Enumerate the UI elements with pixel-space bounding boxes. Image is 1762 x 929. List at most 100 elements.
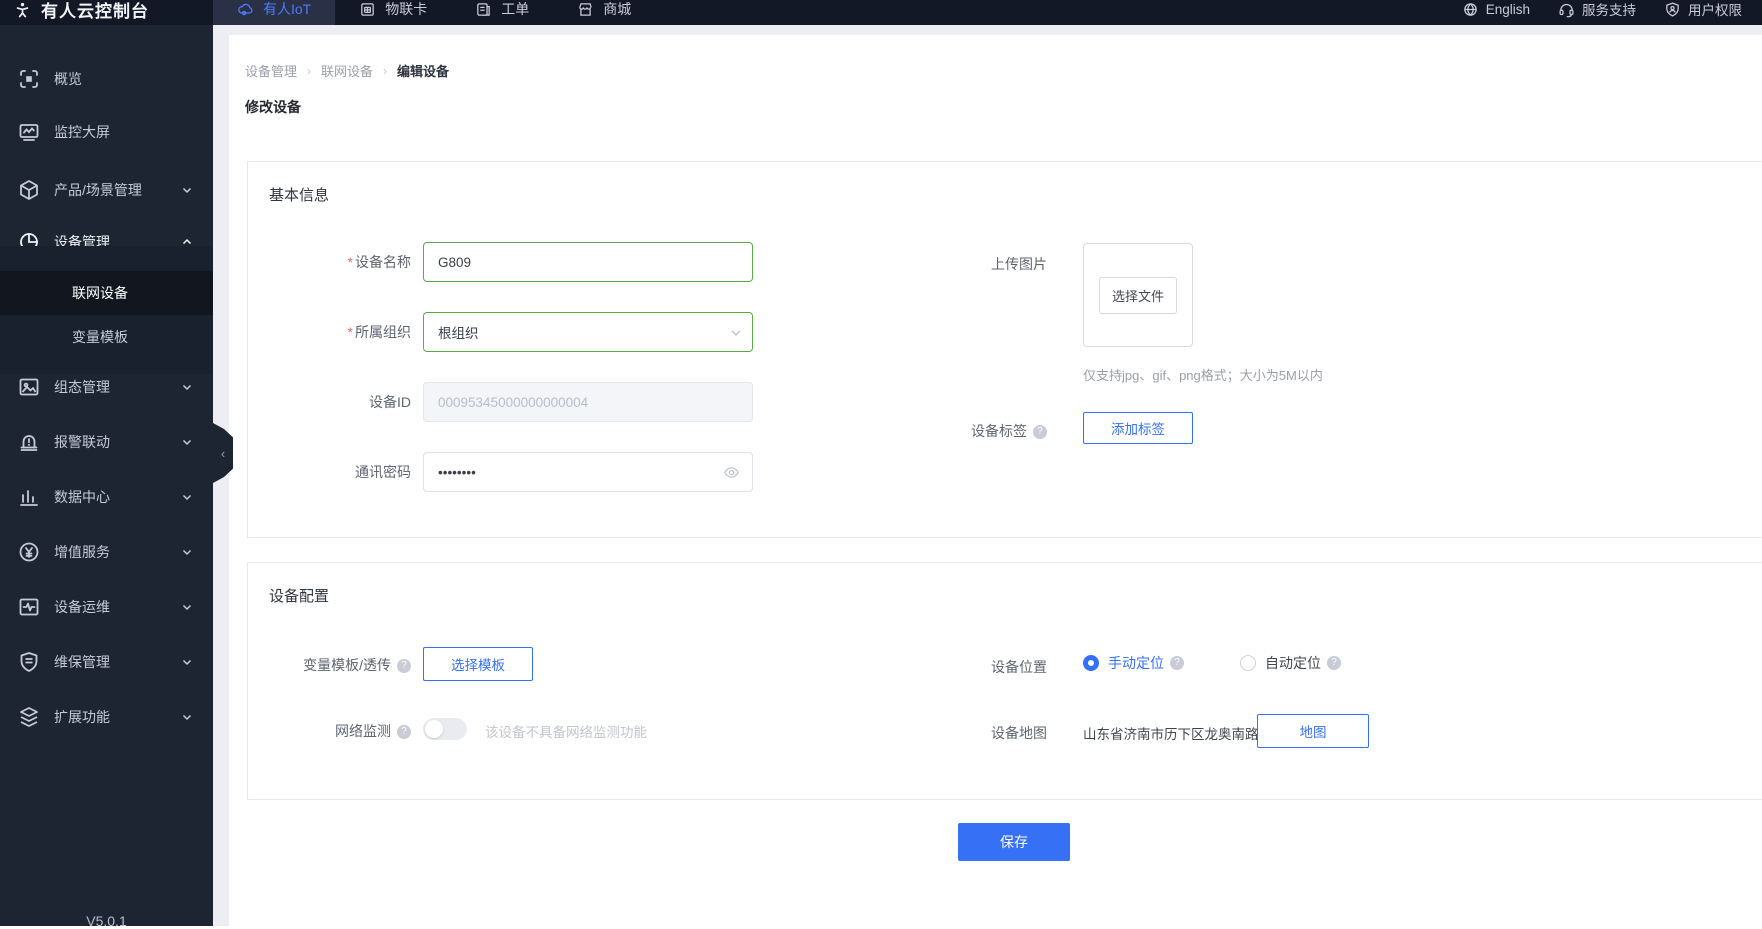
service-support[interactable]: 服务支持 xyxy=(1558,0,1636,19)
chevron-down-icon xyxy=(181,546,193,558)
sidebar-item-scada-management[interactable]: 组态管理 xyxy=(0,367,213,407)
auto-location-label[interactable]: 自动定位 xyxy=(1265,653,1321,673)
sidebar-item-scada-management-label: 组态管理 xyxy=(54,377,110,397)
help-icon[interactable]: ? xyxy=(1327,656,1341,670)
content-panel: 设备管理 › 联网设备 › 编辑设备 修改设备 基本信息 *设备名称 *所属组织… xyxy=(229,35,1762,926)
sidebar-item-overview-label: 概览 xyxy=(54,69,82,89)
manual-location-label[interactable]: 手动定位 xyxy=(1108,653,1164,673)
organization-select[interactable]: 根组织 xyxy=(423,312,753,352)
sidebar-subitem-variable-template[interactable]: 变量模板 xyxy=(0,315,213,359)
breadcrumb-edit-device: 编辑设备 xyxy=(397,61,449,80)
upload-format-hint: 仅支持jpg、gif、png格式；大小为5M以内 xyxy=(1083,365,1323,384)
sidebar-item-maintenance-management-label: 维保管理 xyxy=(54,652,110,672)
sidebar-item-alarm-linkage-label: 报警联动 xyxy=(54,432,110,452)
bar-chart-icon xyxy=(17,485,41,509)
chevron-down-icon xyxy=(181,436,193,448)
service-support-label: 服务支持 xyxy=(1582,0,1636,19)
device-map-address: 山东省济南市历下区龙奥南路 xyxy=(1083,723,1259,743)
chevron-down-icon xyxy=(181,711,193,723)
shield-lines-icon xyxy=(17,650,41,674)
tab-iot[interactable]: 有人IoT xyxy=(213,0,335,25)
organization-label: *所属组织 xyxy=(248,312,411,352)
breadcrumb-connected-devices[interactable]: 联网设备 xyxy=(321,61,373,80)
tab-mall[interactable]: 商城 xyxy=(553,0,655,25)
help-icon[interactable]: ? xyxy=(397,659,411,673)
logo-person-icon xyxy=(14,1,31,18)
sidebar-item-data-center[interactable]: 数据中心 xyxy=(0,477,213,517)
chevron-down-icon xyxy=(181,656,193,668)
basic-info-section-title: 基本信息 xyxy=(269,184,329,205)
mall-shop-icon xyxy=(577,1,594,18)
sidebar-item-device-ops[interactable]: 设备运维 xyxy=(0,587,213,627)
network-monitor-label: 网络监测? xyxy=(248,721,411,741)
select-template-button[interactable]: 选择模板 xyxy=(423,647,533,681)
help-icon[interactable]: ? xyxy=(1170,656,1184,670)
chevron-down-icon xyxy=(181,184,193,196)
app-version: V5.0.1 xyxy=(0,913,213,929)
device-id-label: 设备ID xyxy=(248,382,411,422)
sidebar-item-monitor-screen[interactable]: 监控大屏 xyxy=(0,112,213,152)
sidebar-item-monitor-screen-label: 监控大屏 xyxy=(54,122,110,142)
sidebar-item-maintenance-management[interactable]: 维保管理 xyxy=(0,642,213,682)
toggle-knob xyxy=(425,720,443,738)
sidebar-item-alarm-linkage[interactable]: 报警联动 xyxy=(0,422,213,462)
yuan-circle-icon xyxy=(17,540,41,564)
tab-work-order[interactable]: 工单 xyxy=(451,0,553,25)
user-permission[interactable]: 用户权限 xyxy=(1664,0,1742,19)
add-tag-button[interactable]: 添加标签 xyxy=(1083,412,1193,444)
save-button[interactable]: 保存 xyxy=(958,823,1070,861)
topbar-right-menu: English 服务支持 用户权限 xyxy=(1462,0,1762,19)
layers-icon xyxy=(17,705,41,729)
cube-icon xyxy=(17,178,41,202)
top-navigation-bar: 有人云控制台 有人IoT 物联卡 工单 商城 English xyxy=(0,0,1762,25)
headset-icon xyxy=(1558,1,1575,18)
password-row: 通讯密码 xyxy=(248,452,1008,492)
sidebar-subitem-connected-devices-label: 联网设备 xyxy=(72,283,128,303)
choose-file-button[interactable]: 选择文件 xyxy=(1099,277,1177,314)
help-icon[interactable]: ? xyxy=(397,725,411,739)
upload-image-dropzone[interactable]: 选择文件 xyxy=(1083,243,1193,347)
sidebar-subitem-connected-devices[interactable]: 联网设备 xyxy=(0,271,213,315)
user-permission-label: 用户权限 xyxy=(1688,0,1742,19)
device-name-input[interactable] xyxy=(423,242,753,282)
globe-icon xyxy=(1462,1,1479,18)
device-location-radio-group: 手动定位 ? 自动定位 ? xyxy=(1083,653,1341,673)
picture-icon xyxy=(17,375,41,399)
sidebar-item-extended-functions[interactable]: 扩展功能 xyxy=(0,697,213,737)
device-management-submenu: 联网设备 变量模板 xyxy=(0,246,213,374)
device-id-row: 设备ID xyxy=(248,382,1008,422)
required-asterisk: * xyxy=(348,254,353,270)
sidebar-item-value-added-services[interactable]: 增值服务 xyxy=(0,532,213,572)
device-tag-label: 设备标签? xyxy=(884,421,1047,441)
sidebar-item-data-center-label: 数据中心 xyxy=(54,487,110,507)
work-order-icon xyxy=(475,1,492,18)
password-input[interactable] xyxy=(423,452,753,492)
sidebar-item-product-management[interactable]: 产品/场景管理 xyxy=(0,170,213,210)
auto-location-radio[interactable] xyxy=(1240,655,1256,671)
breadcrumb: 设备管理 › 联网设备 › 编辑设备 xyxy=(245,61,449,80)
chevron-down-icon xyxy=(181,601,193,613)
device-location-label: 设备位置 xyxy=(884,657,1047,677)
help-icon[interactable]: ? xyxy=(1033,425,1047,439)
variable-template-label: 变量模板/透传? xyxy=(248,655,411,675)
network-monitor-toggle xyxy=(423,718,467,740)
breadcrumb-separator-icon: › xyxy=(383,64,387,78)
breadcrumb-device-management[interactable]: 设备管理 xyxy=(245,61,297,80)
language-switch[interactable]: English xyxy=(1462,1,1530,18)
main-area: 设备管理 › 联网设备 › 编辑设备 修改设备 基本信息 *设备名称 *所属组织… xyxy=(213,25,1762,926)
eye-icon[interactable] xyxy=(723,464,740,481)
iot-cloud-icon xyxy=(237,1,254,18)
monitor-screen-icon xyxy=(17,120,41,144)
chevron-down-icon xyxy=(181,491,193,503)
sidebar-item-value-added-services-label: 增值服务 xyxy=(54,542,110,562)
page-title: 修改设备 xyxy=(245,97,301,117)
tab-sim-card-label: 物联卡 xyxy=(385,0,427,19)
tab-work-order-label: 工单 xyxy=(501,0,529,19)
device-config-card: 设备配置 变量模板/透传? 选择模板 网络监测? 该设备不具备网络监测功能 设备… xyxy=(247,562,1762,800)
upload-image-label: 上传图片 xyxy=(884,254,1047,274)
select-chevron-down-icon xyxy=(729,326,743,340)
sidebar-item-overview[interactable]: 概览 xyxy=(0,59,213,99)
manual-location-radio[interactable] xyxy=(1083,655,1099,671)
map-button[interactable]: 地图 xyxy=(1257,714,1369,748)
tab-sim-card[interactable]: 物联卡 xyxy=(335,0,451,25)
